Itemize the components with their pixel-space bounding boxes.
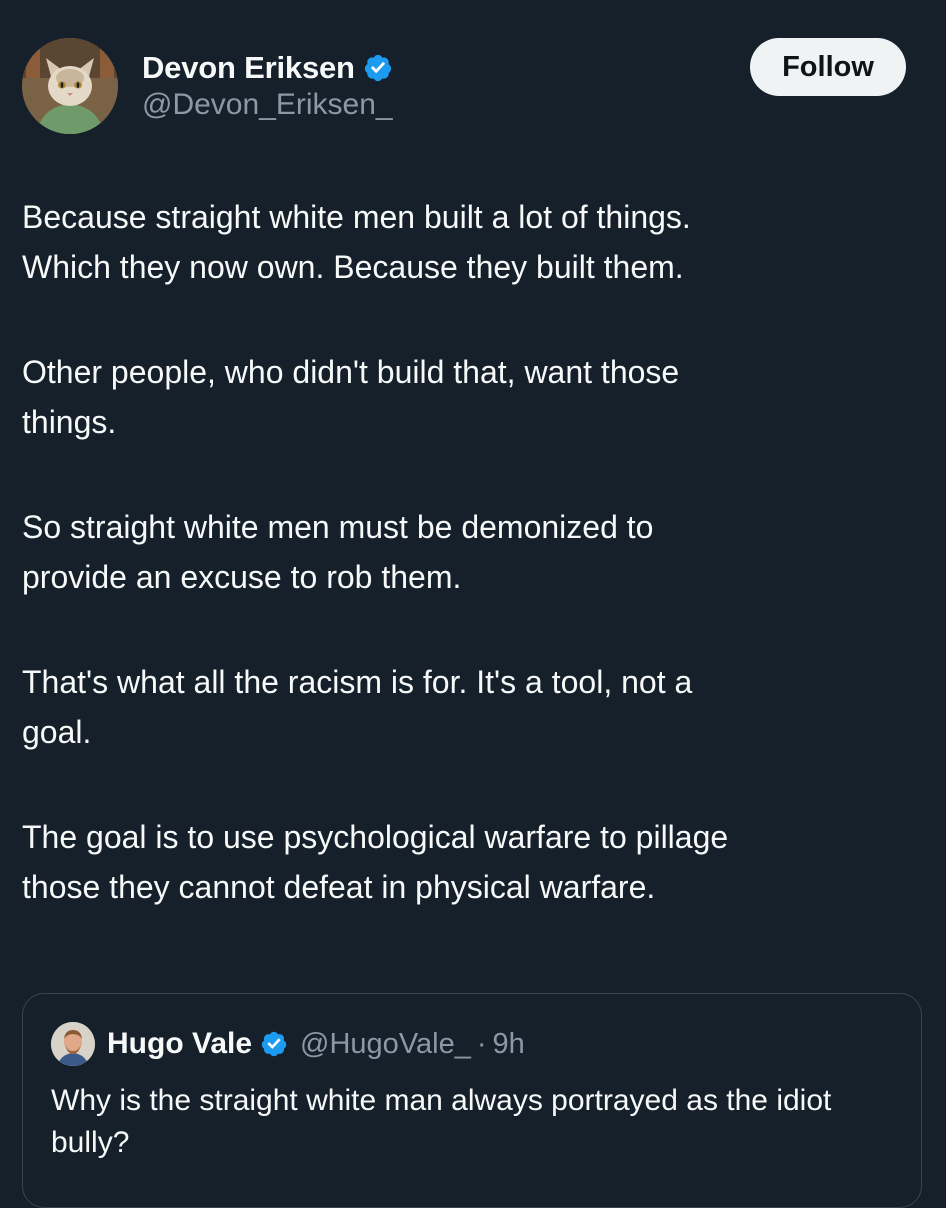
tweet-paragraph: So straight white men must be demonized … — [22, 509, 654, 595]
tweet-paragraph: That's what all the racism is for. It's … — [22, 664, 693, 750]
separator-dot: · — [476, 1027, 487, 1060]
quoted-tweet-time[interactable]: 9h — [493, 1028, 525, 1061]
author-avatar[interactable] — [22, 38, 118, 134]
quoted-author-handle[interactable]: @HugoVale_ — [300, 1028, 471, 1061]
quoted-author-name[interactable]: Hugo Vale — [107, 1027, 252, 1061]
quoted-tweet-text: Why is the straight white man always por… — [51, 1084, 832, 1159]
tweet-text: Because straight white men built a lot o… — [22, 192, 902, 967]
tweet-paragraph: Because straight white men built a lot o… — [22, 199, 691, 285]
person-avatar-icon — [51, 1022, 95, 1066]
author-name-row: Devon Eriksen — [142, 48, 393, 88]
author-name[interactable]: Devon Eriksen — [142, 50, 355, 86]
quoted-tweet-header: Hugo Vale @HugoVale_ · 9h — [51, 1022, 525, 1066]
quoted-author-avatar[interactable] — [51, 1022, 95, 1066]
verified-badge-icon — [261, 1031, 287, 1057]
follow-button[interactable]: Follow — [750, 38, 906, 96]
tweet-card: Devon Eriksen @Devon_Eriksen_ Follow Bec… — [0, 0, 946, 1208]
quoted-tweet[interactable]: Hugo Vale @HugoVale_ · 9h Why is the str… — [22, 993, 922, 1208]
tweet-paragraph: Other people, who didn't build that, wan… — [22, 354, 680, 440]
tweet-paragraph: The goal is to use psychological warfare… — [22, 819, 729, 905]
verified-badge-icon — [364, 54, 391, 82]
author-handle[interactable]: @Devon_Eriksen_ — [142, 88, 393, 122]
cat-avatar-icon — [22, 38, 118, 134]
